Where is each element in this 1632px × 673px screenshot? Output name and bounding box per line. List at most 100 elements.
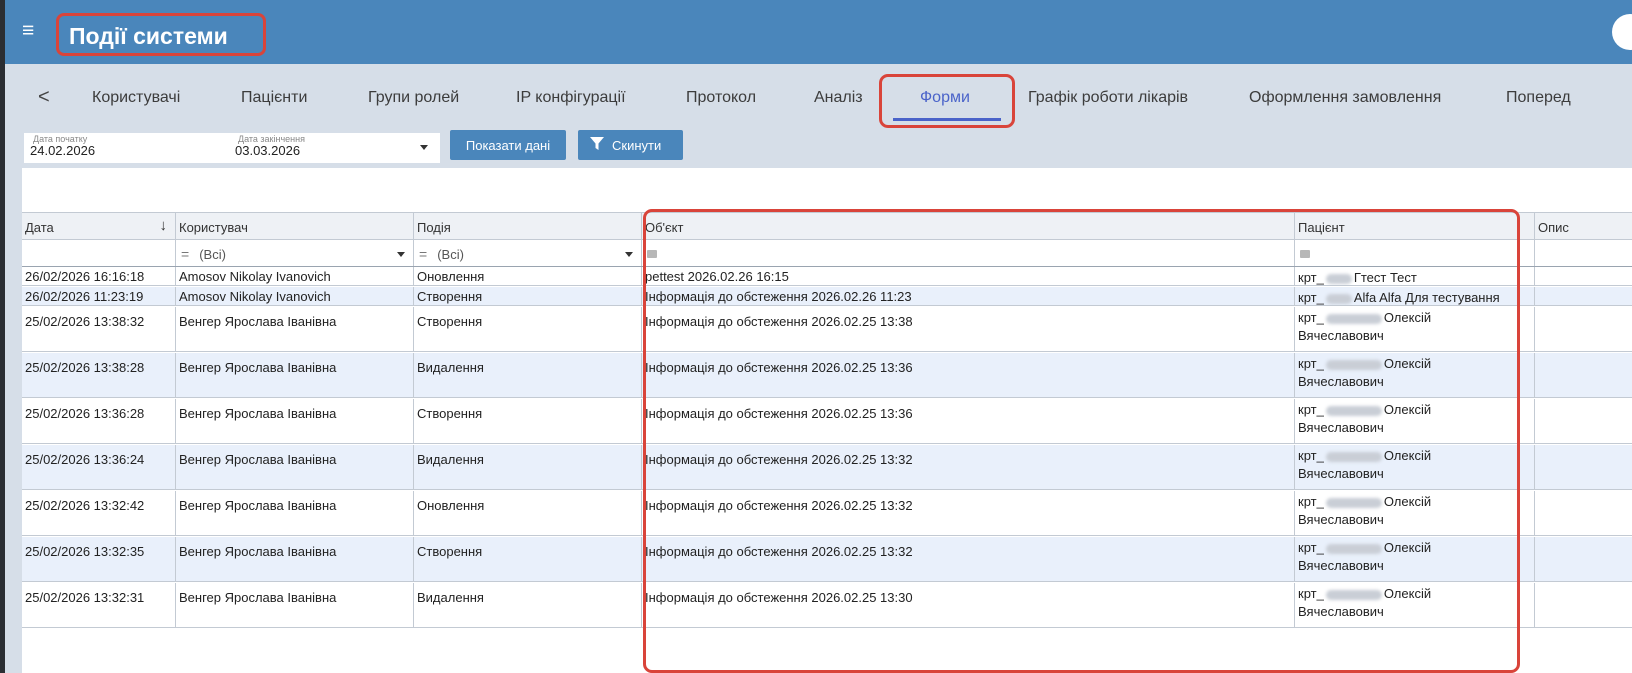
equals-operator-icon[interactable]: = — [419, 246, 427, 262]
chevron-down-icon[interactable] — [397, 252, 405, 257]
row-patient-cell[interactable]: крт_ Олексій Вячеславович — [1295, 583, 1535, 627]
row-patient-cell[interactable]: крт_ Гтест Тест — [1295, 267, 1535, 285]
table-row[interactable]: 26/02/2026 16:16:18 Amosov Nikolay Ivanov… — [22, 267, 1632, 286]
column-header-event[interactable]: Подія — [414, 213, 642, 239]
tab-doctor-schedule[interactable]: Графік роботи лікарів — [1028, 89, 1188, 107]
reset-button[interactable]: Скинути — [578, 130, 683, 160]
avatar[interactable] — [1612, 14, 1632, 50]
row-description-cell[interactable] — [1535, 307, 1632, 351]
row-event-cell[interactable]: Видалення — [414, 583, 642, 627]
row-object-cell[interactable]: Інформація до обстеження 2026.02.25 13:3… — [642, 445, 1295, 489]
row-object-cell[interactable]: Інформація до обстеження 2026.02.25 13:3… — [642, 537, 1295, 581]
column-header-description[interactable]: Опис — [1535, 213, 1632, 239]
tab-users[interactable]: Користувачі — [92, 89, 180, 107]
row-description-cell[interactable] — [1535, 537, 1632, 581]
row-object-cell[interactable]: Інформація до обстеження 2026.02.26 11:2… — [642, 287, 1295, 305]
row-date-cell[interactable]: 25/02/2026 13:36:24 — [22, 445, 176, 489]
row-event-cell[interactable]: Оновлення — [414, 491, 642, 535]
text-filter-icon[interactable] — [647, 250, 657, 258]
event-filter-select[interactable]: = (Всі) — [414, 240, 642, 266]
row-event-cell[interactable]: Створення — [414, 287, 642, 305]
row-event-cell[interactable]: Видалення — [414, 445, 642, 489]
row-user-cell[interactable]: Венгер Ярослава Іванівна — [176, 399, 414, 443]
row-object-cell[interactable]: Інформація до обстеження 2026.02.25 13:3… — [642, 353, 1295, 397]
row-description-cell[interactable] — [1535, 445, 1632, 489]
tabs-scroll-left-icon[interactable]: < — [38, 86, 50, 109]
row-patient-cell[interactable]: крт_ Alfa Alfa Для тестування — [1295, 287, 1535, 305]
row-date-cell[interactable]: 26/02/2026 16:16:18 — [22, 267, 176, 285]
column-header-date[interactable]: Дата ↓ — [22, 213, 176, 239]
row-user-cell[interactable]: Венгер Ярослава Іванівна — [176, 491, 414, 535]
row-description-cell[interactable] — [1535, 267, 1632, 285]
row-object-cell[interactable]: Інформація до обстеження 2026.02.25 13:3… — [642, 399, 1295, 443]
row-user-cell[interactable]: Amosov Nikolay Ivanovich — [176, 267, 414, 285]
row-object-cell[interactable]: pettest 2026.02.26 16:15 — [642, 267, 1295, 285]
row-patient-cell[interactable]: крт_ Олексій Вячеславович — [1295, 491, 1535, 535]
description-filter-input[interactable] — [1535, 240, 1632, 266]
tab-protocol[interactable]: Протокол — [686, 89, 756, 107]
patient-filter-input[interactable] — [1295, 240, 1535, 266]
column-header-patient[interactable]: Пацієнт — [1295, 213, 1535, 239]
row-object-cell[interactable]: Інформація до обстеження 2026.02.25 13:3… — [642, 491, 1295, 535]
table-row[interactable]: 25/02/2026 13:36:28 Венгер Ярослава Івані… — [22, 399, 1632, 444]
row-description-cell[interactable] — [1535, 583, 1632, 627]
row-user-cell[interactable]: Венгер Ярослава Іванівна — [176, 445, 414, 489]
tab-previous[interactable]: Поперед — [1506, 89, 1571, 107]
row-date-cell[interactable]: 26/02/2026 11:23:19 — [22, 287, 176, 305]
row-user-cell[interactable]: Amosov Nikolay Ivanovich — [176, 287, 414, 305]
row-date-cell[interactable]: 25/02/2026 13:32:31 — [22, 583, 176, 627]
row-patient-cell[interactable]: крт_ Олексій Вячеславович — [1295, 307, 1535, 351]
row-event-cell[interactable]: Видалення — [414, 353, 642, 397]
end-date-field[interactable]: 03.03.2026 — [235, 143, 300, 158]
sort-descending-icon[interactable]: ↓ — [160, 217, 168, 234]
tab-order-processing[interactable]: Оформлення замовлення — [1249, 89, 1441, 107]
row-event-cell[interactable]: Оновлення — [414, 267, 642, 285]
table-row[interactable]: 25/02/2026 13:32:35 Венгер Ярослава Івані… — [22, 537, 1632, 582]
row-description-cell[interactable] — [1535, 353, 1632, 397]
row-patient-cell[interactable]: крт_ Олексій Вячеславович — [1295, 353, 1535, 397]
row-user-cell[interactable]: Венгер Ярослава Іванівна — [176, 307, 414, 351]
show-data-button[interactable]: Показати дані — [450, 130, 566, 160]
column-header-object[interactable]: Об'єкт — [642, 213, 1295, 239]
user-filter-select[interactable]: = (Всі) — [176, 240, 414, 266]
table-row[interactable]: 25/02/2026 13:36:24 Венгер Ярослава Івані… — [22, 445, 1632, 490]
row-user-cell[interactable]: Венгер Ярослава Іванівна — [176, 353, 414, 397]
date-dropdown-caret-icon[interactable] — [420, 145, 428, 150]
tab-forms[interactable]: Форми — [920, 89, 970, 107]
row-event-cell[interactable]: Створення — [414, 399, 642, 443]
table-row[interactable]: 25/02/2026 13:38:32 Венгер Ярослава Івані… — [22, 307, 1632, 352]
table-row[interactable]: 26/02/2026 11:23:19 Amosov Nikolay Ivanov… — [22, 287, 1632, 306]
date-range-picker[interactable]: Дата початку 24.02.2026 Дата закінчення … — [24, 133, 440, 163]
object-filter-input[interactable] — [642, 240, 1295, 266]
text-filter-icon[interactable] — [1300, 250, 1310, 258]
row-user-cell[interactable]: Венгер Ярослава Іванівна — [176, 583, 414, 627]
row-date-cell[interactable]: 25/02/2026 13:38:28 — [22, 353, 176, 397]
tab-ip-config[interactable]: IP конфігурації — [516, 89, 626, 107]
row-date-cell[interactable]: 25/02/2026 13:32:35 — [22, 537, 176, 581]
hamburger-icon[interactable]: ≡ — [22, 20, 34, 41]
date-filter-cell[interactable] — [22, 240, 176, 266]
row-patient-cell[interactable]: крт_ Олексій Вячеславович — [1295, 537, 1535, 581]
equals-operator-icon[interactable]: = — [181, 246, 189, 262]
row-patient-cell[interactable]: крт_ Олексій Вячеславович — [1295, 399, 1535, 443]
row-date-cell[interactable]: 25/02/2026 13:38:32 — [22, 307, 176, 351]
row-object-cell[interactable]: Інформація до обстеження 2026.02.25 13:3… — [642, 583, 1295, 627]
row-user-cell[interactable]: Венгер Ярослава Іванівна — [176, 537, 414, 581]
row-description-cell[interactable] — [1535, 491, 1632, 535]
tab-patients[interactable]: Пацієнти — [241, 89, 307, 107]
row-date-cell[interactable]: 25/02/2026 13:32:42 — [22, 491, 176, 535]
tab-role-groups[interactable]: Групи ролей — [368, 89, 459, 107]
row-object-cell[interactable]: Інформація до обстеження 2026.02.25 13:3… — [642, 307, 1295, 351]
row-event-cell[interactable]: Створення — [414, 537, 642, 581]
chevron-down-icon[interactable] — [625, 252, 633, 257]
row-event-cell[interactable]: Створення — [414, 307, 642, 351]
table-row[interactable]: 25/02/2026 13:32:42 Венгер Ярослава Івані… — [22, 491, 1632, 536]
tab-analysis[interactable]: Аналіз — [814, 89, 863, 107]
column-header-user[interactable]: Користувач — [176, 213, 414, 239]
row-date-cell[interactable]: 25/02/2026 13:36:28 — [22, 399, 176, 443]
row-patient-cell[interactable]: крт_ Олексій Вячеславович — [1295, 445, 1535, 489]
start-date-field[interactable]: 24.02.2026 — [30, 143, 95, 158]
table-row[interactable]: 25/02/2026 13:38:28 Венгер Ярослава Івані… — [22, 353, 1632, 398]
table-row[interactable]: 25/02/2026 13:32:31 Венгер Ярослава Івані… — [22, 583, 1632, 628]
row-description-cell[interactable] — [1535, 287, 1632, 305]
